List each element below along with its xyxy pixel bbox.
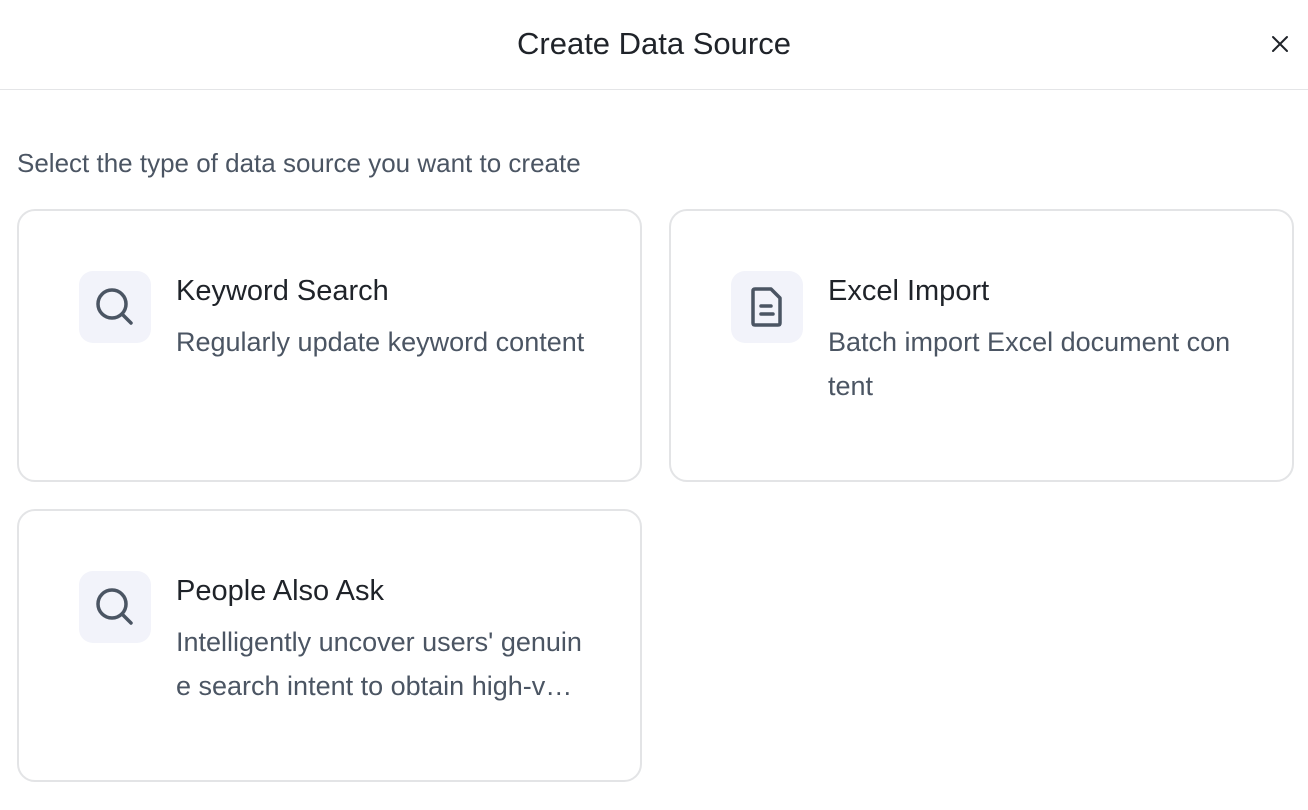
card-icon-container bbox=[731, 271, 803, 343]
card-description: Regularly update keyword content bbox=[176, 327, 585, 357]
card-title: Keyword Search bbox=[176, 275, 389, 307]
close-button[interactable] bbox=[1266, 30, 1294, 58]
dialog-header: Create Data Source bbox=[0, 0, 1308, 90]
card-keyword-search[interactable]: Keyword Search Regularly update keyword … bbox=[17, 209, 642, 482]
card-description: Intelligently uncover users' genuine sea… bbox=[176, 627, 582, 701]
card-icon-container bbox=[79, 271, 151, 343]
dialog-title: Create Data Source bbox=[517, 26, 791, 61]
document-icon bbox=[751, 287, 782, 327]
card-title: People Also Ask bbox=[176, 575, 384, 607]
search-icon bbox=[96, 288, 133, 325]
create-data-source-dialog: Create Data Source Select the type of da… bbox=[0, 0, 1308, 810]
card-title: Excel Import bbox=[828, 275, 990, 307]
search-icon bbox=[96, 588, 133, 625]
card-icon-container bbox=[79, 571, 151, 643]
close-icon bbox=[1272, 36, 1288, 52]
card-description: Batch import Excel document content bbox=[828, 327, 1231, 401]
card-excel-import[interactable]: Excel Import Batch import Excel document… bbox=[669, 209, 1294, 482]
dialog-subtitle: Select the type of data source you want … bbox=[17, 148, 581, 178]
card-people-also-ask[interactable]: People Also Ask Intelligently uncover us… bbox=[17, 509, 642, 782]
